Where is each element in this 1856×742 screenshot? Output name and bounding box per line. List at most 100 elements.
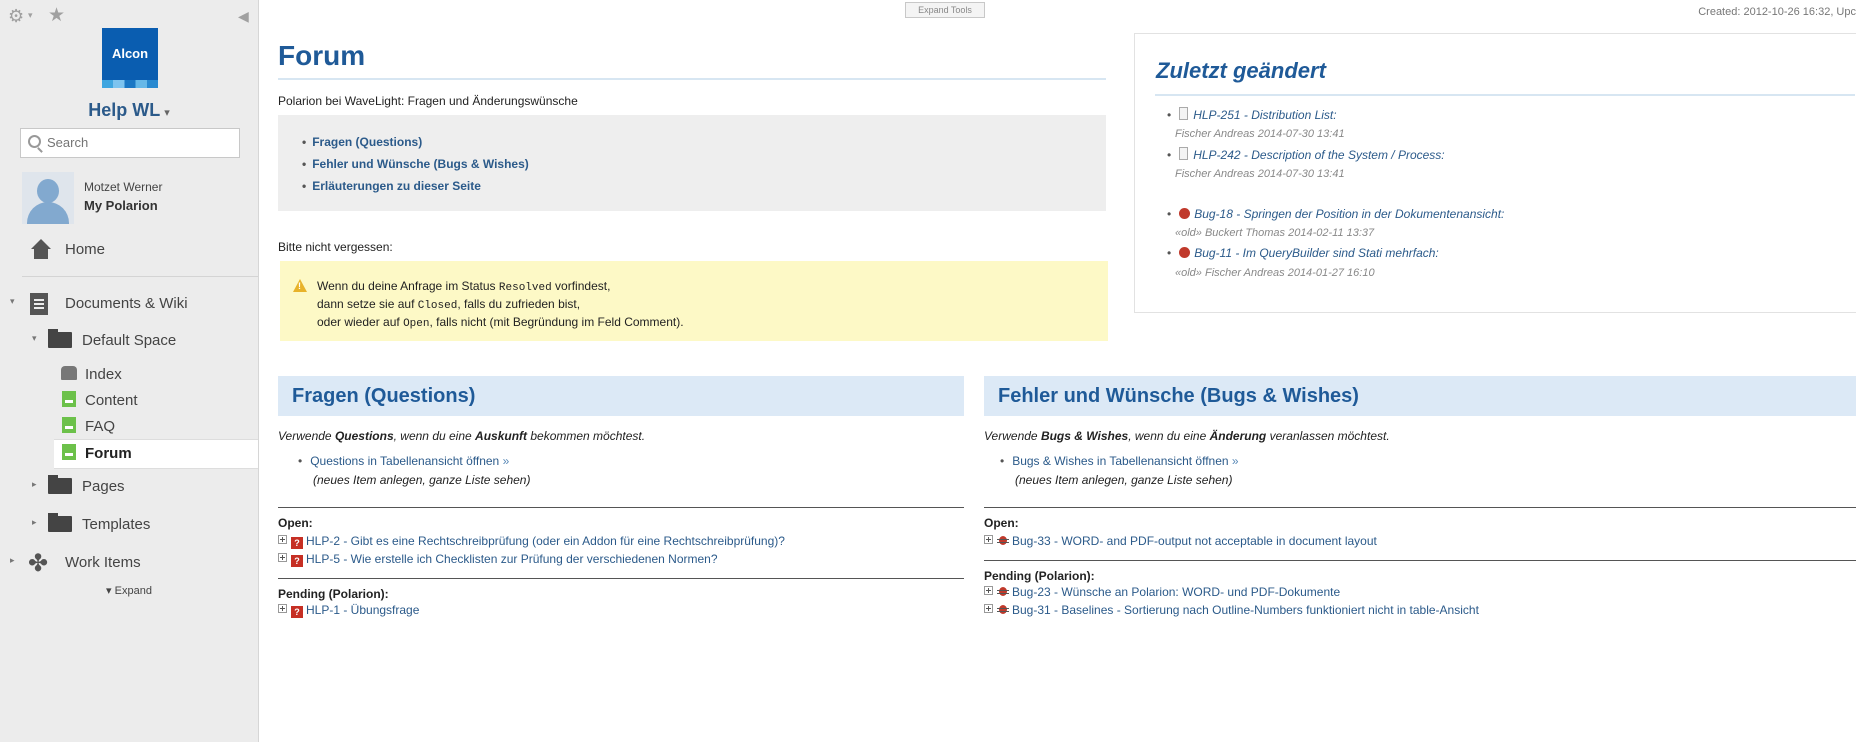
warning-text-part: , falls nicht (mit Begründung im Feld Co…: [429, 315, 684, 329]
work-item-label: Bug-23 - Wünsche an Polarion: WORD- und …: [1012, 585, 1341, 599]
recent-item-label: Bug-18 - Springen der Position in der Do…: [1194, 207, 1505, 221]
nav-templates[interactable]: ▸ Templates: [0, 511, 258, 539]
divider: [22, 276, 258, 277]
nav-work-items[interactable]: ▸ ✤ Work Items: [0, 549, 258, 577]
work-item-label: Bug-33 - WORD- and PDF-output not accept…: [1012, 534, 1377, 548]
chevron-down-icon[interactable]: ▾: [32, 333, 37, 344]
intro-text: bekommen möchtest.: [527, 429, 646, 443]
project-selector[interactable]: Help WL ▾: [0, 100, 258, 121]
nav-default-space-label: Default Space: [82, 332, 177, 349]
section-intro-bugs: Verwende Bugs & Wishes, wenn du eine Änd…: [984, 429, 1390, 443]
chevron-down-icon: ▾: [164, 107, 170, 119]
recent-item-meta: «old» Buckert Thomas 2014-02-11 13:37: [1175, 227, 1375, 239]
question-icon: ?: [291, 606, 303, 618]
intro-text: , wenn du eine: [393, 429, 476, 443]
logo-stripe: [102, 80, 158, 88]
work-item-link[interactable]: Bug-33 - WORD- and PDF-output not accept…: [984, 534, 1377, 548]
search-box[interactable]: [20, 128, 240, 158]
toc-link-bugs[interactable]: Fehler und Wünsche (Bugs & Wishes): [312, 157, 529, 179]
chevron-right-icon[interactable]: ▸: [10, 555, 15, 566]
collapse-sidebar-icon[interactable]: ◀: [238, 8, 249, 25]
group-label-open: Open:: [984, 516, 1019, 530]
work-item-link[interactable]: ? HLP-1 - Übungsfrage: [278, 603, 419, 618]
recent-item-label: HLP-251 - Distribution List:: [1193, 108, 1337, 122]
intro-emphasis: Änderung: [1209, 429, 1267, 443]
expand-icon[interactable]: [278, 604, 287, 613]
work-item-link[interactable]: ? HLP-2 - Gibt es eine Rechtschreibprüfun…: [278, 534, 785, 549]
nav-page-forum[interactable]: Forum: [54, 439, 258, 469]
toc-link-explanations[interactable]: Erläuterungen zu dieser Seite: [312, 179, 529, 201]
toc-link-questions[interactable]: Fragen (Questions): [312, 135, 529, 157]
divider: [984, 560, 1856, 561]
recently-changed-panel: Zuletzt geändert HLP-251 - Distribution …: [1134, 33, 1856, 313]
work-item-label: HLP-5 - Wie erstelle ich Checklisten zur…: [306, 552, 718, 566]
work-item-link[interactable]: Bug-23 - Wünsche an Polarion: WORD- und …: [984, 585, 1340, 599]
nav-default-space[interactable]: ▾ Default Space: [0, 327, 258, 355]
nav-pages-label: Pages: [82, 478, 125, 495]
expand-icon[interactable]: [984, 604, 993, 613]
nav-templates-label: Templates: [82, 516, 151, 533]
recent-item-link[interactable]: HLP-242 - Description of the System / Pr…: [1167, 147, 1445, 162]
questions-table-link[interactable]: Questions in Tabellenansicht öffnen »: [298, 454, 509, 468]
warning-text-part: oder wieder auf: [317, 315, 404, 329]
star-icon[interactable]: ★: [48, 4, 65, 27]
avatar-body: [27, 202, 69, 224]
divider: [278, 507, 964, 508]
avatar-head: [37, 179, 59, 203]
page-icon: [62, 444, 76, 460]
divider: [984, 507, 1856, 508]
nav-index-label: Index: [85, 366, 122, 383]
avatar[interactable]: [22, 172, 74, 224]
document-icon: [30, 293, 48, 315]
expand-tools-button[interactable]: Expand Tools: [905, 2, 985, 18]
warning-text-part: , falls du zufrieden bist,: [457, 297, 581, 311]
work-item-link[interactable]: ? HLP-5 - Wie erstelle ich Checklisten zu…: [278, 552, 718, 567]
page-title: Forum: [278, 40, 366, 71]
search-input[interactable]: [45, 134, 229, 151]
recent-item-label: Bug-11 - Im QueryBuilder sind Stati mehr…: [1194, 246, 1439, 260]
expand-icon[interactable]: [278, 535, 287, 544]
bugs-table-link[interactable]: Bugs & Wishes in Tabellenansicht öffnen …: [1000, 454, 1239, 468]
recent-item-meta: Fischer Andreas 2014-07-30 13:41: [1175, 168, 1345, 180]
intro-text: veranlassen möchtest.: [1266, 429, 1390, 443]
nav-documents-wiki[interactable]: ▾ Documents & Wiki: [0, 290, 258, 318]
recent-item-meta: «old» Fischer Andreas 2014-01-27 16:10: [1175, 267, 1375, 279]
bug-icon: [997, 585, 1009, 597]
work-item-link[interactable]: Bug-31 - Baselines - Sortierung nach Out…: [984, 603, 1479, 617]
question-icon: ?: [291, 555, 303, 567]
recent-item-link[interactable]: Bug-18 - Springen der Position in der Do…: [1167, 207, 1504, 221]
gear-icon[interactable]: ⚙: [8, 6, 24, 27]
expand-link[interactable]: ▾ Expand: [0, 584, 258, 597]
status-code: Open: [403, 318, 430, 330]
section-heading-bugs: Fehler und Wünsche (Bugs & Wishes): [984, 376, 1856, 416]
bug-icon: [1179, 208, 1191, 219]
nav-pages-folder[interactable]: ▸ Pages: [0, 473, 258, 501]
intro-emphasis: Bugs & Wishes: [1040, 429, 1129, 443]
recent-item-meta: Fischer Andreas 2014-07-30 13:41: [1175, 128, 1345, 140]
chevron-right-icon[interactable]: ▸: [32, 479, 37, 490]
nav-page-index[interactable]: Index: [0, 361, 258, 389]
table-of-contents: Fragen (Questions) Fehler und Wünsche (B…: [278, 115, 1106, 211]
chevron-right-icon[interactable]: ▸: [32, 517, 37, 528]
nav-forum-label: Forum: [85, 445, 132, 462]
chevron-down-icon[interactable]: ▾: [28, 10, 33, 21]
intro-text: , wenn du eine: [1128, 429, 1210, 443]
recent-item-link[interactable]: Bug-11 - Im QueryBuilder sind Stati mehr…: [1167, 246, 1439, 260]
group-label-pending: Pending (Polarion):: [984, 569, 1095, 583]
intro-text: Verwende: [984, 429, 1041, 443]
recent-item-link[interactable]: HLP-251 - Distribution List:: [1167, 107, 1337, 122]
nav-page-content[interactable]: Content: [0, 387, 258, 415]
raquo-icon: »: [1231, 454, 1239, 468]
user-name: Motzet Werner: [84, 180, 163, 194]
chevron-down-icon[interactable]: ▾: [10, 296, 15, 307]
expand-icon[interactable]: [278, 553, 287, 562]
page-icon: [62, 391, 76, 407]
created-text: Created: 2012-10-26 16:32, Upc: [1698, 6, 1856, 18]
my-polarion-link[interactable]: My Polarion: [84, 198, 158, 213]
nav-home[interactable]: Home: [0, 236, 258, 264]
expand-icon[interactable]: [984, 586, 993, 595]
nav-page-faq[interactable]: FAQ: [0, 413, 258, 441]
status-code: Resolved: [498, 282, 552, 294]
company-logo[interactable]: Alcon: [102, 28, 158, 88]
expand-icon[interactable]: [984, 535, 993, 544]
